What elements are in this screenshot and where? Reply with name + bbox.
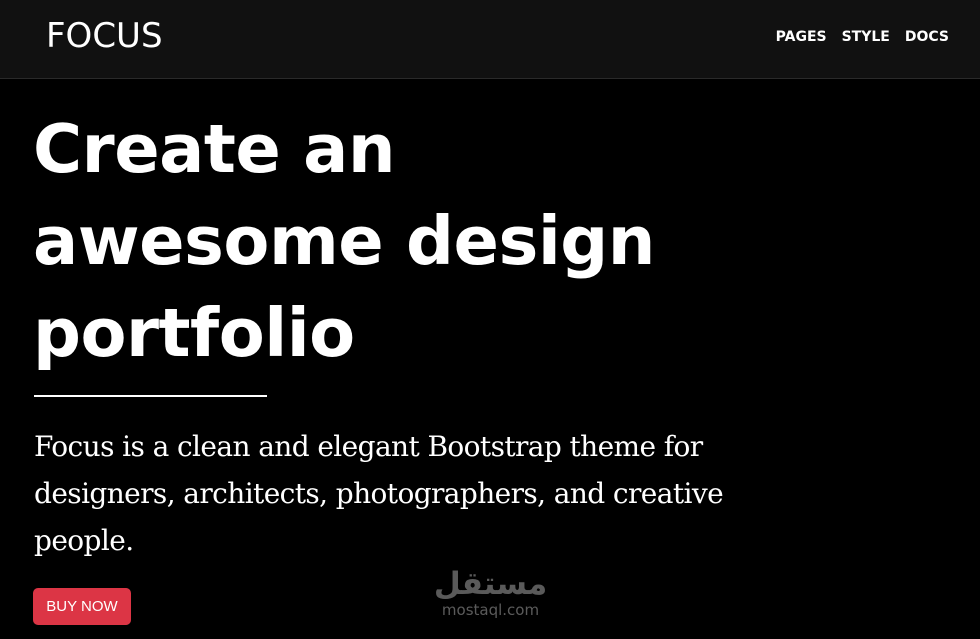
hero-section: Create an awesome design portfolio Focus…	[0, 79, 980, 639]
hero-divider	[34, 395, 267, 397]
top-navbar: FOCUS PAGES STYLE DOCS	[0, 0, 980, 79]
hero-headline: Create an awesome design portfolio	[33, 110, 655, 372]
hero-lead-text: Focus is a clean and elegant Bootstrap t…	[34, 430, 724, 557]
nav-link-pages[interactable]: PAGES	[776, 27, 827, 47]
buy-now-button[interactable]: BUY NOW	[33, 588, 131, 625]
nav-link-style[interactable]: STYLE	[842, 27, 890, 47]
nav-link-docs[interactable]: DOCS	[905, 27, 949, 47]
nav-links: PAGES STYLE DOCS	[776, 27, 949, 47]
brand-logo[interactable]: FOCUS	[46, 14, 163, 58]
